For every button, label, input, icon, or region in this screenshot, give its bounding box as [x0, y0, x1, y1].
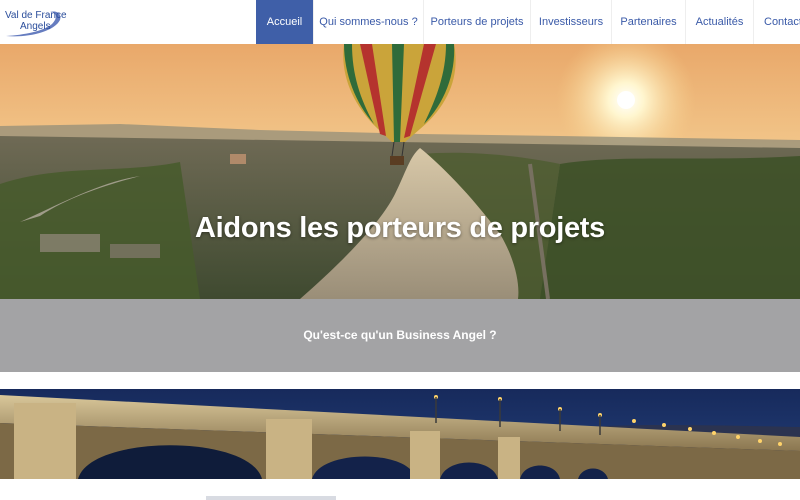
business-angel-link[interactable]: Qu'est-ce qu'un Business Angel ? [0, 328, 800, 342]
logo-text-line2: Angels [20, 21, 51, 32]
nav-item-actualites[interactable]: Actualités [685, 0, 753, 44]
nav-item-investisseurs[interactable]: Investisseurs [530, 0, 611, 44]
main-nav: Accueil Qui sommes-nous ? Porteurs de pr… [256, 0, 800, 44]
nav-item-contact[interactable]: Contact [753, 0, 800, 44]
nav-item-partenaires[interactable]: Partenaires [611, 0, 685, 44]
hero-title: Aidons les porteurs de projets [195, 212, 605, 244]
business-angel-band: Qu'est-ce qu'un Business Angel ? [0, 299, 800, 372]
hero-landscape-image [0, 44, 800, 299]
bridge-image [0, 389, 800, 479]
hero-banner: Aidons les porteurs de projets [0, 44, 800, 299]
nav-item-porteurs-de-projets[interactable]: Porteurs de projets [423, 0, 530, 44]
content-thumbnail [206, 496, 336, 500]
page: Val de France Angels Accueil Qui sommes-… [0, 0, 800, 500]
site-logo[interactable]: Val de France Angels [2, 6, 67, 40]
logo-text-line1: Val de France [5, 10, 67, 21]
nav-item-qui-sommes-nous[interactable]: Qui sommes-nous ? [313, 0, 423, 44]
site-header: Val de France Angels Accueil Qui sommes-… [0, 0, 800, 44]
nav-item-accueil[interactable]: Accueil [256, 0, 313, 44]
bridge-night-image [0, 389, 800, 479]
